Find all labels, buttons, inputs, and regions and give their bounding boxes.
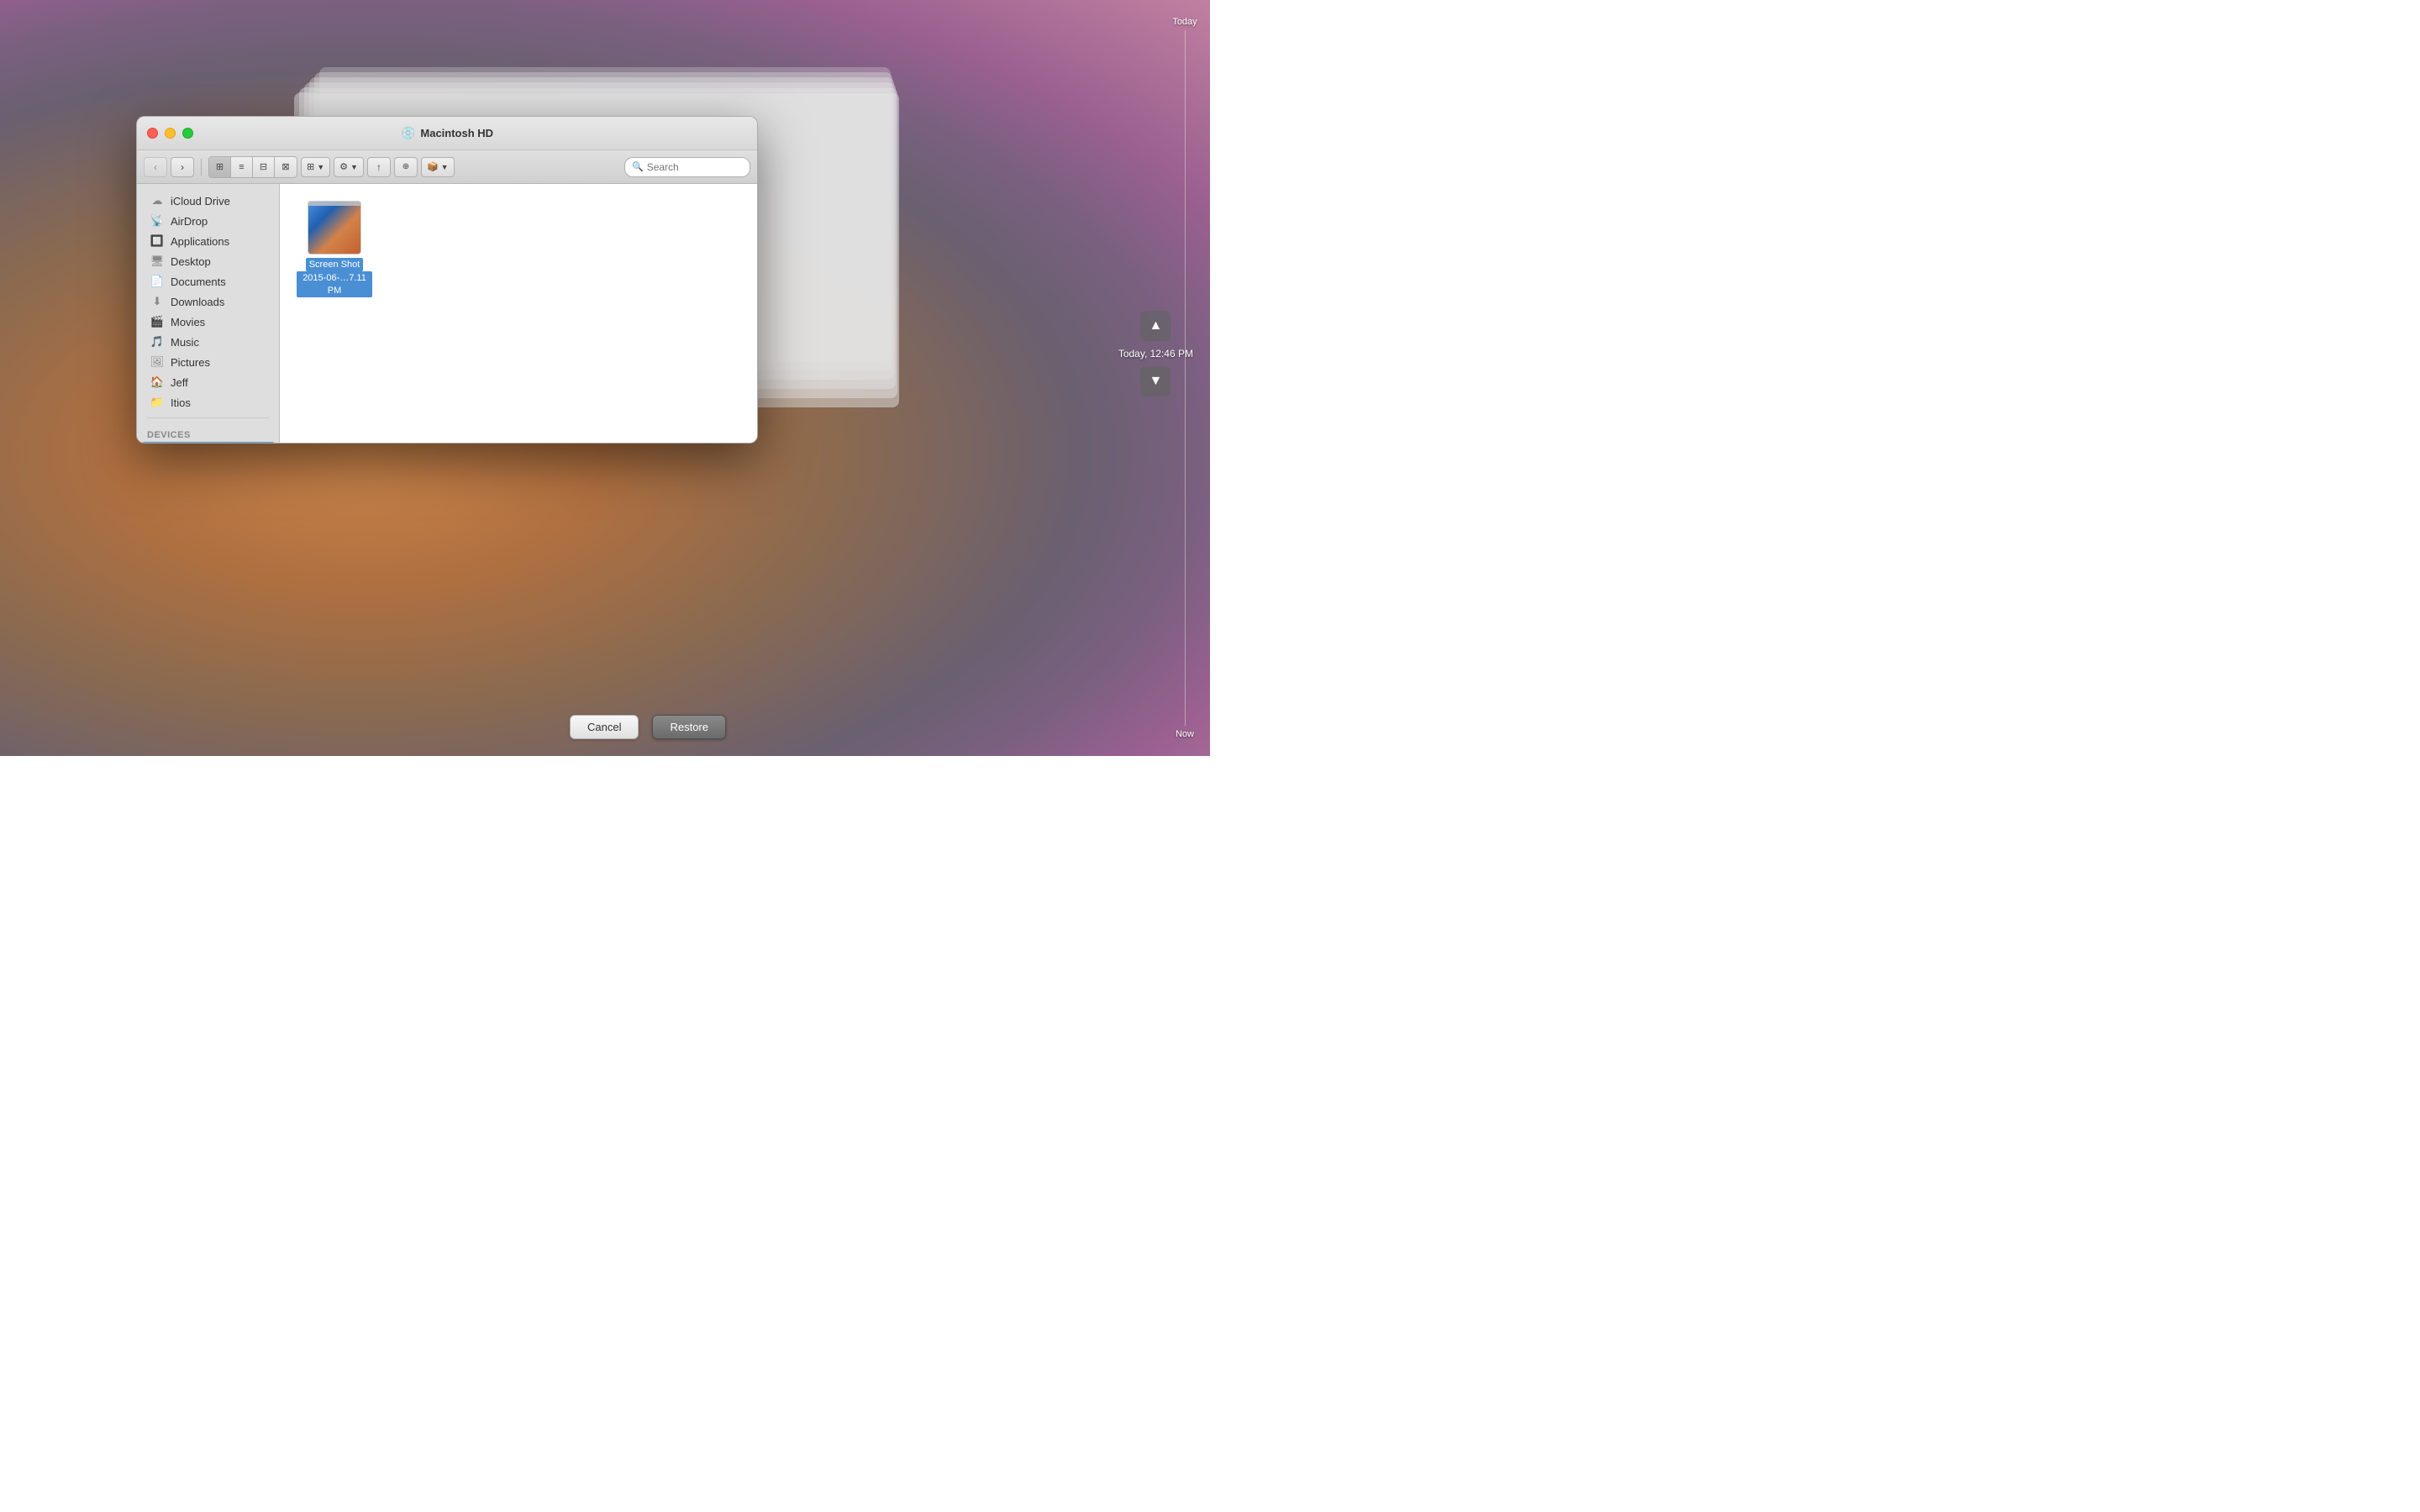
bottom-panel: Cancel Restore [136,697,1160,756]
dropbox-icon: 📦 [427,161,439,172]
sidebar-item-desktop[interactable]: 🖥 Desktop [140,251,276,271]
sidebar-label-desktop: Desktop [171,255,211,268]
timeline-bottom-label: Now [1176,729,1194,739]
file-area: Screen Shot 2015-06-…7.11 PM [280,184,757,443]
applications-icon: 🔲 [150,234,164,248]
sidebar-label-downloads: Downloads [171,296,224,308]
scroll-up-button[interactable]: ▲ [1140,311,1171,341]
down-arrow-icon: ▼ [1149,374,1162,389]
file-item-screenshot[interactable]: Screen Shot 2015-06-…7.11 PM [297,201,372,297]
link-button[interactable]: ⊕ [394,157,418,177]
sidebar-label-movies: Movies [171,316,205,328]
window-title: 💿 Macintosh HD [401,126,493,140]
airdrop-icon: 📡 [150,214,164,228]
itios-icon: 📁 [150,396,164,409]
devices-section-header: Devices [137,423,279,442]
action-dropdown[interactable]: ⚙ ▼ [334,157,364,177]
finder-window: 💿 Macintosh HD ‹ › ⊞ ≡ ⊟ ⊠ ⊞ ▼ ⚙ ▼ ↑ ⊕ 📦… [136,116,758,444]
view-group: ⊞ ≡ ⊟ ⊠ [208,156,297,178]
up-arrow-icon: ▲ [1149,318,1162,333]
pictures-icon: 🖼 [150,355,164,369]
dropbox-chevron: ▼ [441,163,449,171]
movies-icon: 🎬 [150,315,164,328]
timeline-top-label: Today [1172,17,1197,27]
arrange-icon: ⊞ [307,161,314,172]
sidebar-item-applications[interactable]: 🔲 Applications [140,231,276,251]
hd-icon: 💿 [401,126,415,140]
sidebar-item-documents[interactable]: 📄 Documents [140,271,276,291]
file-label-line1: Screen Shot [306,258,364,271]
sidebar-item-itios[interactable]: 📁 Itios [140,392,276,412]
back-button[interactable]: ‹ [144,157,167,177]
sidebar-item-movies[interactable]: 🎬 Movies [140,312,276,332]
icon-view-button[interactable]: ⊞ [209,157,231,177]
sidebar-label-pictures: Pictures [171,356,210,369]
sidebar-item-music[interactable]: 🎵 Music [140,332,276,352]
sidebar-item-jeff[interactable]: 🏠 Jeff [140,372,276,392]
column-view-button[interactable]: ⊟ [253,157,275,177]
forward-button[interactable]: › [171,157,194,177]
dropbox-dropdown[interactable]: 📦 ▼ [421,157,455,177]
toolbar-separator-1 [201,159,202,176]
cancel-button[interactable]: Cancel [570,715,639,739]
sidebar-label-itios: Itios [171,396,191,409]
sidebar-label-music: Music [171,336,199,349]
scroll-down-button[interactable]: ▼ [1140,366,1171,396]
sidebar-label-jeff: Jeff [171,376,188,389]
notification-widget: ▲ Today, 12:46 PM ▼ [1118,311,1193,396]
file-thumbnail [308,201,361,255]
icloud-icon: ☁ [150,194,164,207]
sidebar-item-downloads[interactable]: ⬇ Downloads [140,291,276,312]
close-button[interactable] [147,128,158,139]
documents-icon: 📄 [150,275,164,288]
titlebar: 💿 Macintosh HD [137,117,757,150]
search-input[interactable] [647,161,743,173]
notification-time: Today, 12:46 PM [1118,348,1193,360]
restore-button[interactable]: Restore [652,715,726,739]
sidebar-label-airdrop: AirDrop [171,215,208,228]
file-label-line2: 2015-06-…7.11 PM [297,271,372,297]
action-chevron: ▼ [350,163,358,171]
music-icon: 🎵 [150,335,164,349]
sidebar-label-icloud: iCloud Drive [171,195,230,207]
traffic-lights [147,128,193,139]
desktop-icon: 🖥 [150,255,164,268]
sidebar: ☁ iCloud Drive 📡 AirDrop 🔲 Applications … [137,184,280,443]
sidebar-item-icloud-drive[interactable]: ☁ iCloud Drive [140,191,276,211]
search-icon: 🔍 [632,161,644,172]
content-area: ☁ iCloud Drive 📡 AirDrop 🔲 Applications … [137,184,757,443]
cover-flow-button[interactable]: ⊠ [275,157,297,177]
share-button[interactable]: ↑ [367,157,391,177]
sidebar-divider [147,417,269,418]
downloads-icon: ⬇ [150,295,164,308]
jeff-icon: 🏠 [150,375,164,389]
sidebar-label-documents: Documents [171,276,226,288]
sidebar-item-airdrop[interactable]: 📡 AirDrop [140,211,276,231]
list-view-button[interactable]: ≡ [231,157,253,177]
sidebar-item-pictures[interactable]: 🖼 Pictures [140,352,276,372]
arrange-chevron: ▼ [317,163,324,171]
toolbar: ‹ › ⊞ ≡ ⊟ ⊠ ⊞ ▼ ⚙ ▼ ↑ ⊕ 📦 ▼ 🔍 [137,150,757,184]
gear-icon: ⚙ [339,161,348,172]
sidebar-label-applications: Applications [171,235,229,248]
search-box[interactable]: 🔍 [624,157,750,177]
arrange-dropdown[interactable]: ⊞ ▼ [301,157,330,177]
minimize-button[interactable] [165,128,176,139]
sidebar-item-macintosh-hd[interactable]: 💿 Macintosh HD [140,442,276,443]
maximize-button[interactable] [182,128,193,139]
